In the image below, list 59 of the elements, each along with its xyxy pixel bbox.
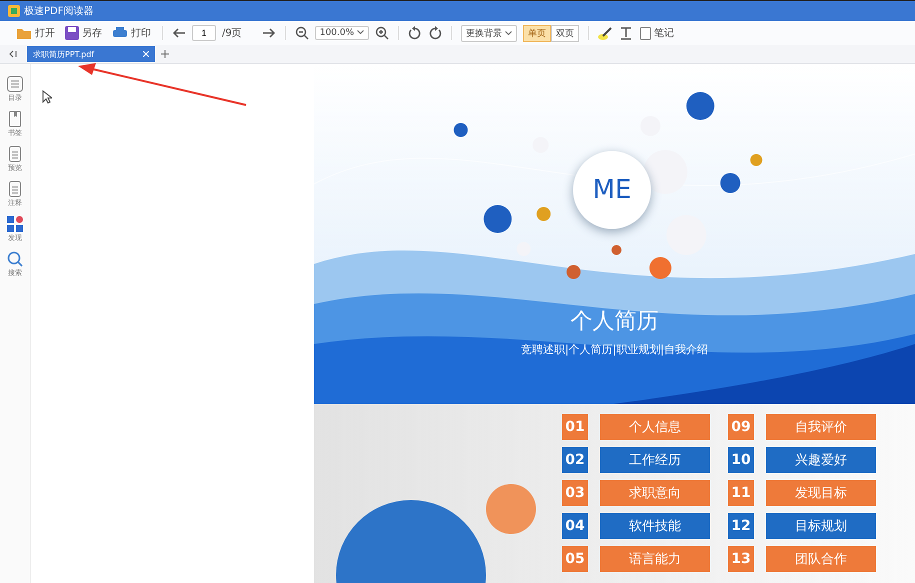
section-number: 05 <box>562 546 588 572</box>
arrow-left-icon[interactable] <box>172 27 186 39</box>
apps-icon <box>7 216 23 232</box>
window-title: 极速PDF阅读器 <box>24 4 94 18</box>
app-logo-icon <box>8 5 20 17</box>
section-label: 团队合作 <box>766 546 876 572</box>
section-number: 12 <box>728 513 754 539</box>
page-icon <box>7 181 23 197</box>
section-label: 自我评价 <box>766 414 876 440</box>
view-mode-button[interactable]: 单页 <box>522 24 551 42</box>
section-number: 10 <box>728 447 754 473</box>
text-icon[interactable] <box>620 26 632 40</box>
section-label: 目标规划 <box>766 513 876 539</box>
view-mode-button[interactable]: 双页 <box>550 24 579 42</box>
section-number: 01 <box>562 414 588 440</box>
section-number: 02 <box>562 447 588 473</box>
page-icon <box>7 146 23 162</box>
add-tab-icon[interactable] <box>161 50 169 58</box>
section-number: 09 <box>728 414 754 440</box>
page-total: /9页 <box>222 27 242 40</box>
zoom-out-icon[interactable] <box>294 26 309 40</box>
cover-title: 个人简历 <box>570 308 658 336</box>
close-icon[interactable] <box>143 51 149 57</box>
section-label: 软件技能 <box>600 513 710 539</box>
section-number: 11 <box>728 480 754 506</box>
zoom-in-icon[interactable] <box>374 26 389 40</box>
toolbar-button[interactable]: 打印 <box>110 26 153 40</box>
rotate-left-icon[interactable] <box>408 26 422 40</box>
background-dropdown[interactable]: 更换背景 <box>460 24 517 42</box>
search-icon <box>7 251 23 267</box>
cover-subtitle: 竞聘述职|个人简历|职业规划|自我介绍 <box>520 342 708 357</box>
highlighter-icon[interactable] <box>598 26 614 40</box>
rotate-right-icon[interactable] <box>428 26 442 40</box>
section-label: 兴趣爱好 <box>766 447 876 473</box>
page-number-field[interactable]: 1 <box>192 25 216 41</box>
mouse-cursor-icon <box>42 90 52 104</box>
section-label: 语言能力 <box>600 546 710 572</box>
document-icon <box>640 26 651 40</box>
section-label: 个人信息 <box>600 414 710 440</box>
toolbar-button[interactable]: 另存 <box>63 26 104 40</box>
section-number: 03 <box>562 480 588 506</box>
section-number: 13 <box>728 546 754 572</box>
collapse-icon[interactable] <box>9 50 17 58</box>
list-icon <box>7 76 23 92</box>
zoom-dropdown[interactable]: 100.0% <box>314 26 369 40</box>
bookmark-icon <box>7 111 23 127</box>
print-icon <box>112 26 128 40</box>
save-icon <box>65 26 79 40</box>
document-tab[interactable]: 求职简历PPT.pdf <box>27 46 155 62</box>
arrow-right-icon[interactable] <box>262 27 276 39</box>
note-button[interactable]: 笔记 <box>638 26 676 40</box>
toolbar-button[interactable]: 打开 <box>14 26 57 40</box>
section-label: 求职意向 <box>600 480 710 506</box>
section-number: 04 <box>562 513 588 539</box>
caret-icon <box>504 30 512 36</box>
folder-icon <box>16 26 32 40</box>
section-label: 发现目标 <box>766 480 876 506</box>
section-label: 工作经历 <box>600 447 710 473</box>
caret-icon <box>356 30 364 35</box>
